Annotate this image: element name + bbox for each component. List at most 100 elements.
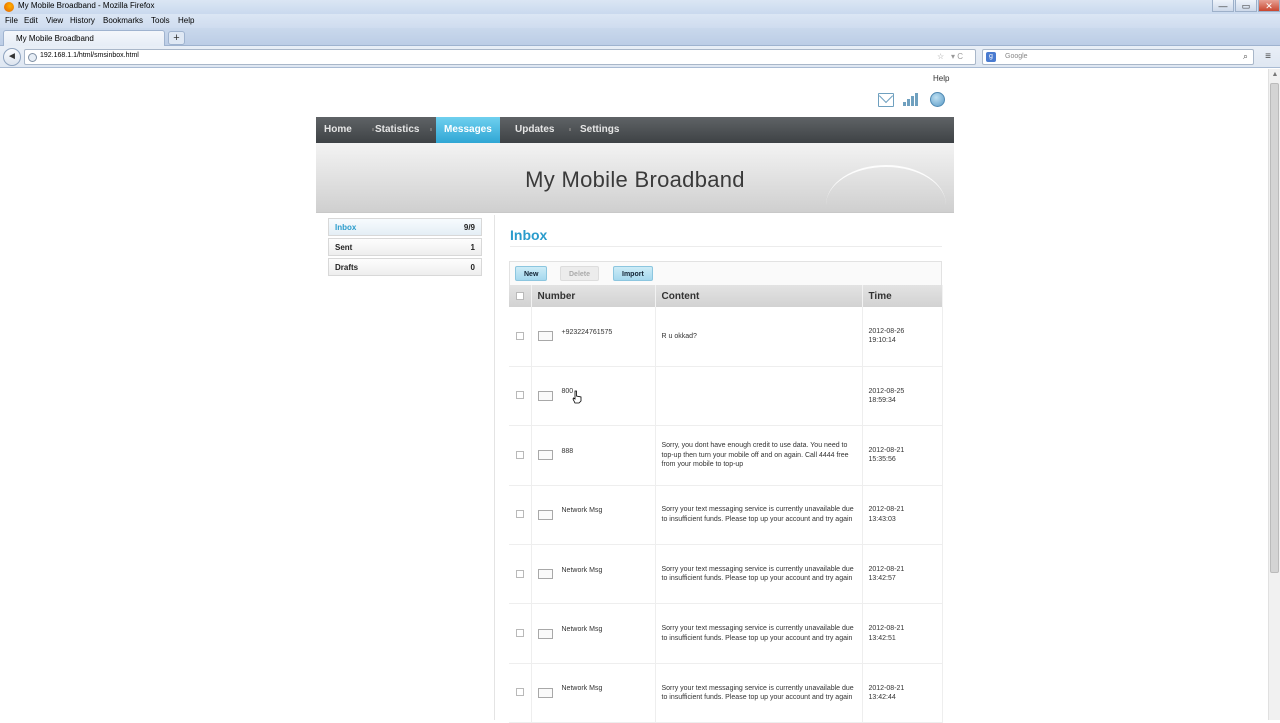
table-row[interactable]: +923224761575 R u okkad? 2012-08-26 19:10…	[509, 307, 943, 367]
window-title: My Mobile Broadband - Mozilla Firefox	[18, 1, 155, 10]
select-all-cell	[509, 285, 532, 307]
content-cell[interactable]: Sorry your text messaging service is cur…	[655, 603, 863, 664]
messages-sidebar: Inbox 9/9 Sent 1 Drafts 0	[328, 218, 482, 278]
message-date: 2012-08-21	[868, 684, 905, 692]
menu-edit[interactable]: Edit	[24, 16, 38, 25]
google-search-engine-icon[interactable]: g	[986, 52, 996, 62]
message-time: 18:59:34	[868, 397, 896, 405]
table-row[interactable]: Network Msg Sorry your text messaging se…	[509, 663, 943, 723]
search-placeholder: Google	[1005, 53, 1028, 60]
row-checkbox[interactable]	[515, 331, 524, 340]
menu-help[interactable]: Help	[178, 16, 194, 25]
import-button[interactable]: Import	[613, 266, 653, 281]
number-cell: Network Msg	[531, 544, 656, 605]
time-cell: 2012-08-21 13:42:51	[862, 603, 943, 664]
delete-button[interactable]: Delete	[560, 266, 600, 281]
help-link[interactable]: Help	[933, 74, 949, 83]
content-cell[interactable]: R u okkad?	[655, 307, 863, 367]
reload-icon[interactable]: ▾ C	[951, 52, 963, 61]
table-row[interactable]: Network Msg Sorry your text messaging se…	[509, 603, 943, 664]
sender-number[interactable]: Network Msg	[562, 625, 603, 635]
site-identity-icon[interactable]	[28, 53, 37, 62]
back-button[interactable]: ◄	[3, 48, 21, 66]
time-cell: 2012-08-21 15:35:56	[862, 425, 943, 486]
row-select-cell	[509, 663, 532, 723]
navigation-toolbar: ◄ 192.168.1.1/html/smsinbox.html ☆ ▾ C g…	[0, 46, 1280, 68]
select-all-checkbox[interactable]	[515, 291, 524, 300]
new-message-button[interactable]: New	[515, 266, 548, 281]
menu-bookmarks[interactable]: Bookmarks	[103, 16, 143, 25]
row-checkbox[interactable]	[515, 629, 524, 638]
sidebar-item-sent[interactable]: Sent 1	[328, 238, 482, 256]
menu-file[interactable]: File	[5, 16, 18, 25]
sender-number[interactable]: 888	[562, 447, 574, 457]
envelope-icon	[537, 688, 553, 699]
signal-icon[interactable]	[902, 93, 918, 107]
nav-home[interactable]: Home	[316, 117, 360, 143]
content-cell[interactable]: Sorry your text messaging service is cur…	[655, 663, 863, 723]
time-cell: 2012-08-25 18:59:34	[862, 366, 943, 427]
sender-number[interactable]: Network Msg	[562, 684, 603, 694]
sidebar-item-label: Sent	[335, 243, 353, 252]
message-time: 13:42:44	[868, 694, 896, 702]
new-tab-button[interactable]: +	[168, 31, 185, 45]
page-title: Inbox	[510, 227, 548, 243]
tab-my-mobile-broadband[interactable]: My Mobile Broadband	[3, 30, 165, 46]
tab-bar: My Mobile Broadband +	[0, 28, 1280, 46]
window-titlebar: My Mobile Broadband - Mozilla Firefox — …	[0, 0, 1280, 14]
nav-updates[interactable]: Updates	[507, 117, 562, 143]
envelope-icon	[537, 628, 553, 639]
menu-view[interactable]: View	[46, 16, 63, 25]
row-checkbox[interactable]	[515, 510, 524, 519]
message-time: 13:42:57	[868, 575, 896, 583]
row-checkbox[interactable]	[515, 391, 524, 400]
page-scrollbar[interactable]: ▲	[1268, 69, 1280, 720]
address-bar[interactable]: 192.168.1.1/html/smsinbox.html ☆ ▾ C	[24, 49, 976, 65]
scroll-up-arrow-icon[interactable]: ▲	[1269, 69, 1280, 81]
row-select-cell	[509, 366, 532, 427]
scroll-thumb[interactable]	[1270, 83, 1279, 573]
nav-statistics[interactable]: Statistics	[367, 117, 427, 143]
sidebar-item-inbox[interactable]: Inbox 9/9	[328, 218, 482, 236]
close-window-button[interactable]: ✕	[1258, 0, 1280, 12]
row-select-cell	[509, 307, 532, 367]
envelope-icon[interactable]	[878, 93, 894, 107]
row-checkbox[interactable]	[515, 569, 524, 578]
bookmark-star-icon[interactable]: ☆	[937, 52, 944, 61]
content-cell[interactable]: Sorry your text messaging service is cur…	[655, 544, 863, 605]
column-header-time[interactable]: Time	[862, 285, 943, 307]
row-checkbox[interactable]	[515, 450, 524, 459]
sender-number[interactable]: Network Msg	[562, 566, 603, 576]
nav-messages[interactable]: Messages	[436, 117, 500, 143]
number-cell: 888	[531, 425, 656, 486]
toolbar-overflow-icon[interactable]: ≡	[1262, 51, 1274, 63]
sidebar-item-count: 1	[470, 243, 475, 252]
menu-history[interactable]: History	[70, 16, 95, 25]
search-bar[interactable]: g Google ⌕	[982, 49, 1254, 65]
firefox-logo-icon	[4, 2, 14, 12]
language-globe-icon[interactable]	[930, 92, 945, 107]
envelope-icon	[537, 509, 553, 520]
content-cell[interactable]	[655, 366, 863, 427]
time-cell: 2012-08-21 13:42:44	[862, 663, 943, 723]
search-go-icon[interactable]: ⌕	[1243, 51, 1248, 62]
column-header-number[interactable]: Number	[531, 285, 656, 307]
table-row[interactable]: 888 Sorry, you dont have enough credit t…	[509, 425, 943, 486]
row-select-cell	[509, 485, 532, 546]
maximize-button[interactable]: ▭	[1235, 0, 1257, 12]
table-header-row: Number Content Time	[509, 285, 943, 307]
menu-tools[interactable]: Tools	[151, 16, 170, 25]
table-row[interactable]: Network Msg Sorry your text messaging se…	[509, 544, 943, 605]
sender-number[interactable]: +923224761575	[562, 328, 613, 338]
sender-number[interactable]: Network Msg	[562, 506, 603, 516]
sidebar-item-drafts[interactable]: Drafts 0	[328, 258, 482, 276]
message-time: 13:42:51	[868, 634, 896, 642]
content-cell[interactable]: Sorry your text messaging service is cur…	[655, 485, 863, 546]
nav-settings[interactable]: Settings	[572, 117, 627, 143]
row-checkbox[interactable]	[515, 688, 524, 697]
minimize-button[interactable]: —	[1212, 0, 1234, 12]
nav-separator	[569, 128, 571, 131]
table-row[interactable]: Network Msg Sorry your text messaging se…	[509, 485, 943, 546]
content-cell[interactable]: Sorry, you dont have enough credit to us…	[655, 425, 863, 486]
column-header-content[interactable]: Content	[655, 285, 863, 307]
